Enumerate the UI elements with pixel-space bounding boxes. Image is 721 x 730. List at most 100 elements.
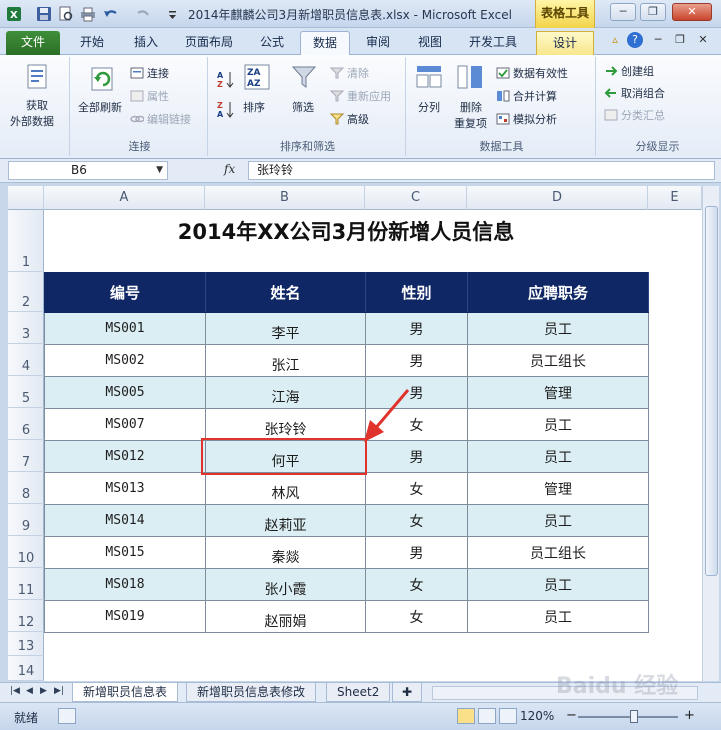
cell-position[interactable]: 员工: [467, 440, 649, 473]
vertical-scrollbar[interactable]: [702, 186, 719, 681]
header-position[interactable]: 应聘职务: [467, 272, 649, 313]
minimize-button[interactable]: ─: [610, 3, 636, 21]
sheet-tab[interactable]: 新增职员信息表修改: [186, 683, 317, 702]
zoom-in-icon[interactable]: +: [684, 708, 695, 723]
tab-file[interactable]: 文件: [6, 31, 60, 55]
close-button[interactable]: ✕: [672, 3, 712, 21]
cell-position[interactable]: 员工: [467, 408, 649, 441]
properties-button[interactable]: 属性: [130, 88, 169, 105]
clear-filter-button[interactable]: 清除: [329, 65, 369, 82]
get-external-label-2[interactable]: 外部数据: [10, 113, 54, 129]
header-name[interactable]: 姓名: [205, 272, 366, 313]
cell-gender[interactable]: 女: [365, 472, 468, 505]
filter-button[interactable]: 筛选: [292, 99, 314, 115]
tab-developer[interactable]: 开发工具: [460, 31, 526, 55]
refresh-all-button[interactable]: 全部刷新: [78, 99, 122, 115]
row-header[interactable]: 7: [8, 440, 44, 472]
horizontal-scrollbar[interactable]: [432, 686, 698, 700]
zoom-slider[interactable]: [578, 716, 678, 718]
normal-view-icon[interactable]: [457, 708, 475, 724]
row-header[interactable]: 5: [8, 376, 44, 408]
sort-button[interactable]: 排序: [243, 99, 265, 115]
row-header[interactable]: 6: [8, 408, 44, 440]
tab-formulas[interactable]: 公式: [250, 31, 294, 55]
vertical-scroll-thumb[interactable]: [705, 206, 718, 576]
column-header-a[interactable]: A: [44, 186, 205, 210]
cell-position[interactable]: 员工: [467, 600, 649, 633]
cell-position[interactable]: 管理: [467, 472, 649, 505]
column-header-c[interactable]: C: [365, 186, 467, 210]
print-icon[interactable]: [80, 6, 96, 22]
row-header[interactable]: 14: [8, 656, 44, 681]
cell-id[interactable]: MS014: [44, 504, 206, 537]
advanced-filter-button[interactable]: 高级: [329, 111, 369, 128]
tab-page-layout[interactable]: 页面布局: [176, 31, 242, 55]
cell-gender[interactable]: 女: [365, 600, 468, 633]
tab-view[interactable]: 视图: [408, 31, 452, 55]
reapply-button[interactable]: 重新应用: [329, 88, 391, 105]
ungroup-button[interactable]: 取消组合: [604, 85, 665, 102]
cell-id[interactable]: MS005: [44, 376, 206, 409]
cell-position[interactable]: 员工: [467, 312, 649, 345]
row-header[interactable]: 1: [8, 210, 44, 272]
sheet-tab-active[interactable]: 新增职员信息表: [72, 683, 179, 702]
cell-gender[interactable]: 男: [365, 440, 468, 473]
select-all-corner[interactable]: [8, 186, 44, 210]
cell-name[interactable]: 赵丽娟: [205, 600, 366, 633]
cell-position[interactable]: 管理: [467, 376, 649, 409]
sort-z-a-button[interactable]: ZA: [216, 99, 236, 122]
row-header[interactable]: 8: [8, 472, 44, 504]
cell-name[interactable]: 赵莉亚: [205, 504, 366, 537]
workbook-restore-icon[interactable]: ❐: [672, 32, 688, 48]
cell-name[interactable]: 张江: [205, 344, 366, 377]
column-header-e[interactable]: E: [648, 186, 702, 210]
tab-insert[interactable]: 插入: [124, 31, 168, 55]
row-header[interactable]: 9: [8, 504, 44, 536]
cell-name[interactable]: 江海: [205, 376, 366, 409]
row-header[interactable]: 2: [8, 272, 44, 312]
workbook-close-icon[interactable]: ✕: [695, 32, 711, 48]
print-preview-icon[interactable]: [58, 6, 74, 22]
column-header-d[interactable]: D: [467, 186, 648, 210]
save-icon[interactable]: [36, 6, 52, 22]
cell-name[interactable]: 何平: [205, 440, 366, 473]
cell-gender[interactable]: 男: [365, 376, 468, 409]
page-break-view-icon[interactable]: [499, 708, 517, 724]
cell-position[interactable]: 员工组长: [467, 536, 649, 569]
cell-gender[interactable]: 女: [365, 568, 468, 601]
name-box-dropdown-icon[interactable]: ▼: [156, 162, 163, 179]
header-gender[interactable]: 性别: [365, 272, 468, 313]
what-if-button[interactable]: 模拟分析: [496, 111, 557, 128]
cell-name[interactable]: 秦燚: [205, 536, 366, 569]
last-sheet-icon[interactable]: ▶|: [54, 686, 64, 696]
cell-id[interactable]: MS013: [44, 472, 206, 505]
cell-name[interactable]: 林风: [205, 472, 366, 505]
help-icon[interactable]: ?: [627, 32, 643, 48]
cell-name[interactable]: 李平: [205, 312, 366, 345]
cell-id[interactable]: MS001: [44, 312, 206, 345]
cell-id[interactable]: MS002: [44, 344, 206, 377]
get-external-label-1[interactable]: 获取: [26, 97, 48, 113]
row-header[interactable]: 3: [8, 312, 44, 344]
cell-id[interactable]: MS015: [44, 536, 206, 569]
excel-app-icon[interactable]: X: [6, 6, 22, 22]
cell-gender[interactable]: 男: [365, 536, 468, 569]
cell-position[interactable]: 员工: [467, 568, 649, 601]
row-header[interactable]: 4: [8, 344, 44, 376]
cell-id[interactable]: MS019: [44, 600, 206, 633]
group-button[interactable]: 创建组: [604, 63, 654, 80]
restore-button[interactable]: ❐: [640, 3, 666, 21]
cell-id[interactable]: MS007: [44, 408, 206, 441]
redo-icon[interactable]: [134, 6, 150, 22]
zoom-level[interactable]: 120%: [520, 709, 554, 723]
cell-name[interactable]: 张小霞: [205, 568, 366, 601]
cell-id[interactable]: MS012: [44, 440, 206, 473]
row-header[interactable]: 13: [8, 632, 44, 656]
row-header[interactable]: 12: [8, 600, 44, 632]
insert-sheet-icon[interactable]: ✚: [392, 683, 422, 702]
help-minimize-ribbon-icon[interactable]: ▵: [607, 32, 623, 48]
tab-home[interactable]: 开始: [70, 31, 114, 55]
text-to-columns-button[interactable]: 分列: [418, 99, 440, 115]
cell-name[interactable]: 张玲铃: [205, 408, 366, 441]
macro-record-icon[interactable]: [58, 708, 76, 724]
